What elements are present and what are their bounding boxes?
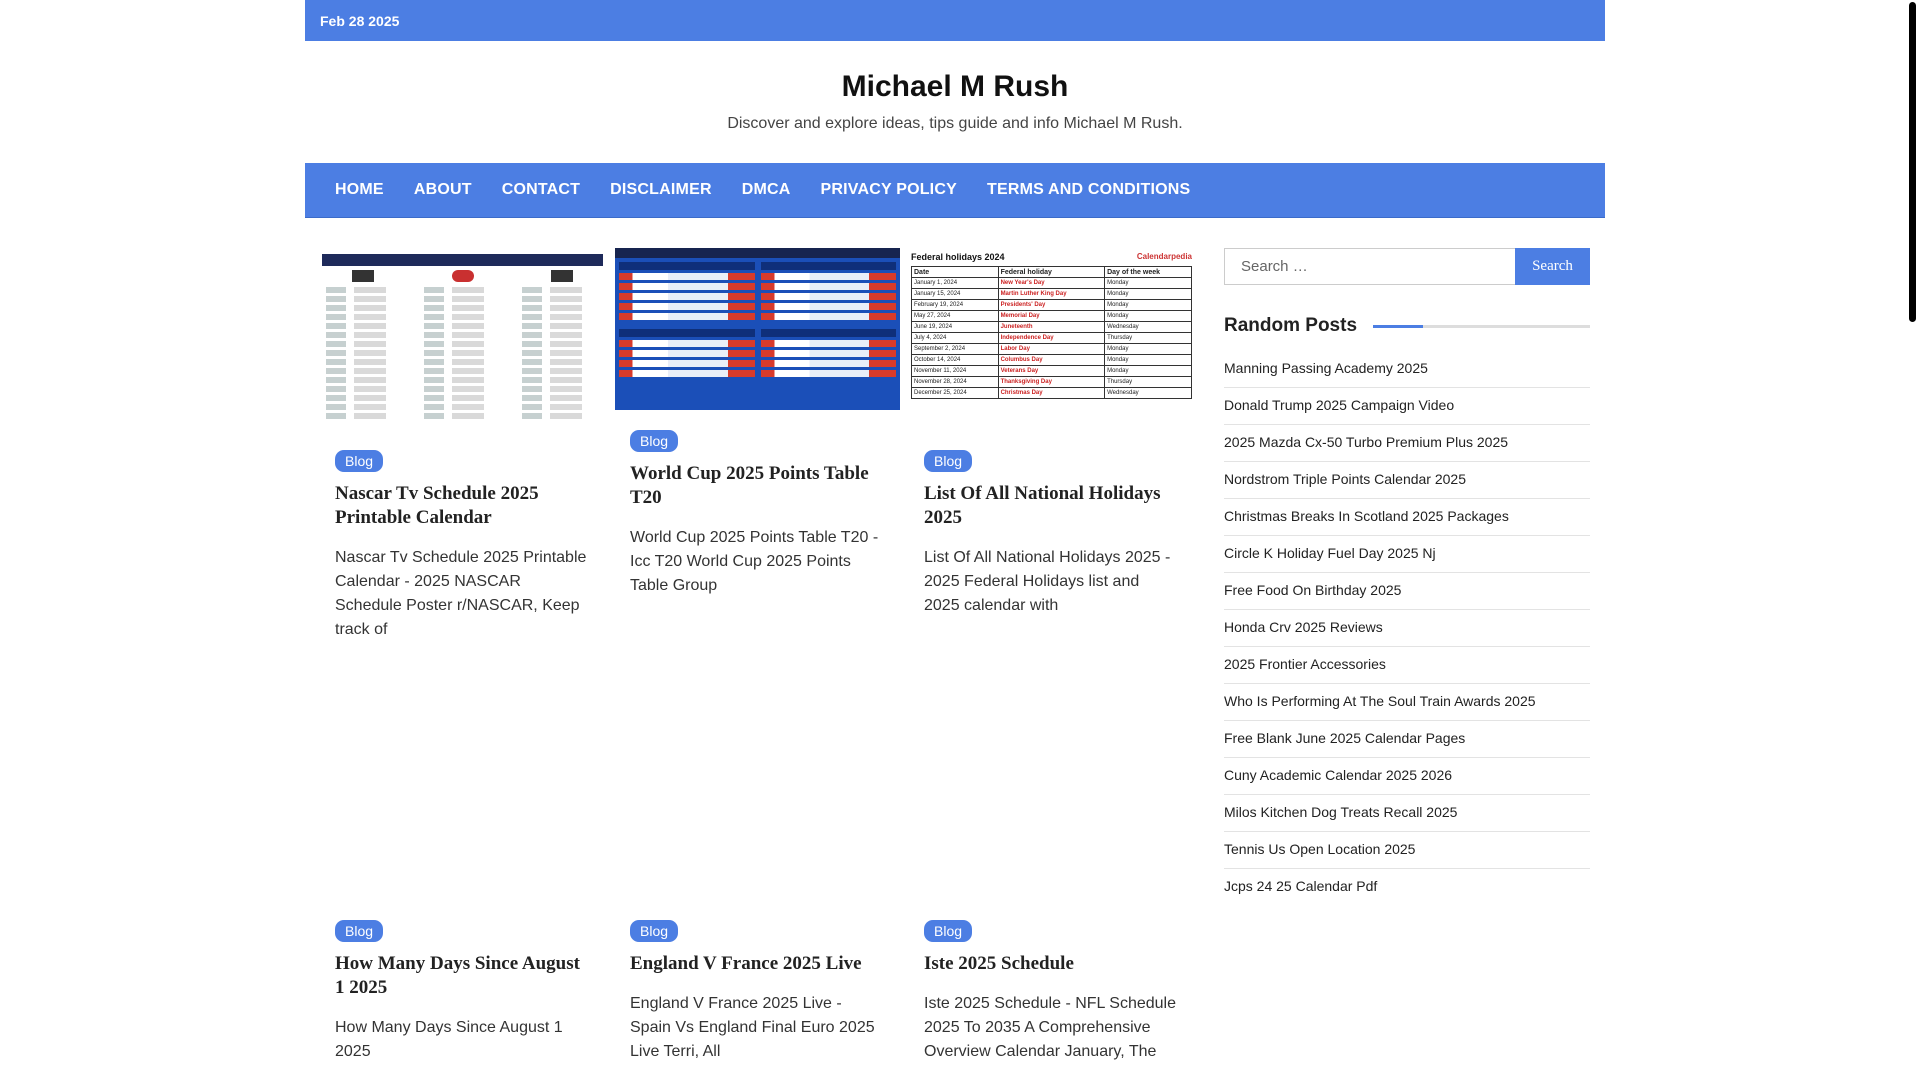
post-thumbnail[interactable] — [615, 718, 900, 900]
random-post-link[interactable]: 2025 Frontier Accessories — [1224, 647, 1590, 684]
post-title[interactable]: Nascar Tv Schedule 2025 Printable Calend… — [335, 482, 590, 530]
random-post-link[interactable]: Who Is Performing At The Soul Train Awar… — [1224, 684, 1590, 721]
random-post-link[interactable]: Christmas Breaks In Scotland 2025 Packag… — [1224, 499, 1590, 536]
widget-title: Random Posts — [1224, 315, 1358, 336]
random-post-link[interactable]: Tennis Us Open Location 2025 — [1224, 832, 1590, 869]
random-post-link[interactable]: Donald Trump 2025 Campaign Video — [1224, 388, 1590, 425]
post-excerpt: World Cup 2025 Points Table T20 - Icc T2… — [630, 529, 879, 594]
site-header: Michael M Rush Discover and explore idea… — [305, 41, 1605, 163]
nav-item-contact[interactable]: CONTACT — [487, 181, 595, 199]
category-badge[interactable]: Blog — [335, 920, 384, 942]
nav-item-disclaimer[interactable]: DISCLAIMER — [595, 181, 727, 199]
post-thumbnail[interactable] — [615, 248, 900, 410]
post-excerpt: List Of All National Holidays 2025 - 202… — [924, 549, 1171, 614]
post-title[interactable]: How Many Days Since August 1 2025 — [335, 952, 590, 1000]
random-post-link[interactable]: Manning Passing Academy 2025 — [1224, 351, 1590, 388]
nav-item-privacy-policy[interactable]: PRIVACY POLICY — [806, 181, 972, 199]
post-excerpt: Iste 2025 Schedule - NFL Schedule 2025 T… — [924, 995, 1177, 1060]
random-post-link[interactable]: Jcps 24 25 Calendar Pdf — [1224, 869, 1590, 905]
category-badge[interactable]: Blog — [924, 920, 973, 942]
thumbnail-logo: Calendarpedia — [1136, 252, 1192, 261]
random-post-link[interactable]: Free Food On Birthday 2025 — [1224, 573, 1590, 610]
post-card: Blog England V France 2025 Live England … — [615, 718, 900, 1064]
post-excerpt: England V France 2025 Live - Spain Vs En… — [630, 995, 875, 1060]
random-posts-list: Manning Passing Academy 2025 Donald Trum… — [1224, 351, 1590, 905]
sidebar: Search Random Posts Manning Passing Acad… — [1224, 248, 1590, 905]
scrollbar-thumb[interactable] — [1909, 2, 1916, 322]
post-thumbnail[interactable] — [320, 248, 605, 430]
thumbnail-heading: Federal holidays 2024 — [911, 252, 1005, 262]
post-thumbnail[interactable] — [320, 718, 605, 900]
post-thumbnail[interactable]: Federal holidays 2024 Calendarpedia Date… — [909, 248, 1194, 430]
category-badge[interactable]: Blog — [630, 920, 679, 942]
search-input[interactable] — [1224, 248, 1515, 285]
post-card: Blog Iste 2025 Schedule Iste 2025 Schedu… — [909, 718, 1194, 1064]
search-button[interactable]: Search — [1515, 248, 1590, 285]
post-excerpt: Nascar Tv Schedule 2025 Printable Calend… — [335, 549, 587, 638]
post-card: Blog Nascar Tv Schedule 2025 Printable C… — [320, 248, 605, 642]
main-navigation: HOME ABOUT CONTACT DISCLAIMER DMCA PRIVA… — [305, 163, 1605, 218]
thumbnail-banner — [322, 254, 603, 266]
post-card: Federal holidays 2024 Calendarpedia Date… — [909, 248, 1194, 618]
site-title[interactable]: Michael M Rush — [305, 41, 1605, 105]
random-post-link[interactable]: Free Blank June 2025 Calendar Pages — [1224, 721, 1590, 758]
holidays-table: Date Federal holiday Day of the week Jan… — [911, 266, 1192, 399]
page-scrollbar[interactable] — [1905, 0, 1920, 1080]
heading-divider — [1373, 324, 1590, 328]
random-post-link[interactable]: Cuny Academic Calendar 2025 2026 — [1224, 758, 1590, 795]
post-excerpt: How Many Days Since August 1 2025 — [335, 1019, 563, 1060]
site-description: Discover and explore ideas, tips guide a… — [727, 115, 1183, 132]
post-thumbnail[interactable] — [909, 718, 1194, 900]
post-card: Blog How Many Days Since August 1 2025 H… — [320, 718, 605, 1064]
post-title[interactable]: Iste 2025 Schedule — [924, 952, 1179, 976]
category-badge[interactable]: Blog — [924, 450, 973, 472]
post-title[interactable]: England V France 2025 Live — [630, 952, 885, 976]
post-title[interactable]: List Of All National Holidays 2025 — [924, 482, 1179, 530]
top-bar: Feb 28 2025 — [305, 0, 1605, 41]
random-posts-heading: Random Posts — [1224, 315, 1590, 337]
random-post-link[interactable]: Milos Kitchen Dog Treats Recall 2025 — [1224, 795, 1590, 832]
nav-item-terms-and-conditions[interactable]: TERMS AND CONDITIONS — [972, 181, 1205, 199]
nav-item-dmca[interactable]: DMCA — [727, 181, 806, 199]
random-post-link[interactable]: 2025 Mazda Cx-50 Turbo Premium Plus 2025 — [1224, 425, 1590, 462]
random-post-link[interactable]: Circle K Holiday Fuel Day 2025 Nj — [1224, 536, 1590, 573]
category-badge[interactable]: Blog — [630, 430, 679, 452]
random-post-link[interactable]: Nordstrom Triple Points Calendar 2025 — [1224, 462, 1590, 499]
post-title[interactable]: World Cup 2025 Points Table T20 — [630, 462, 885, 510]
random-post-link[interactable]: Honda Crv 2025 Reviews — [1224, 610, 1590, 647]
post-card: Blog World Cup 2025 Points Table T20 Wor… — [615, 248, 900, 598]
current-date: Feb 28 2025 — [320, 12, 400, 29]
nav-item-about[interactable]: ABOUT — [399, 181, 487, 199]
nav-item-home[interactable]: HOME — [320, 181, 399, 199]
search-form: Search — [1224, 248, 1590, 285]
category-badge[interactable]: Blog — [335, 450, 384, 472]
